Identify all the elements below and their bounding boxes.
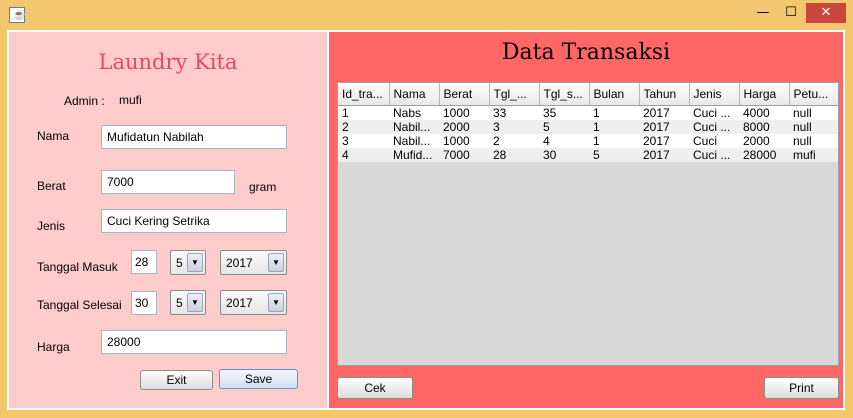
tanggal-selesai-month-select[interactable]: 5 ▼ — [170, 290, 206, 315]
table-cell: 3 — [489, 120, 539, 134]
table-cell: Nabil... — [389, 134, 439, 148]
window-bottom-border — [0, 411, 853, 418]
table-cell: null — [789, 105, 838, 120]
table-cell: 5 — [539, 120, 589, 134]
maximize-button[interactable]: ☐ — [778, 3, 804, 23]
column-header[interactable]: Tgl_s... — [539, 83, 590, 106]
table-cell: 33 — [489, 105, 539, 120]
table-cell: 28000 — [739, 148, 789, 162]
tanggal-selesai-year-select[interactable]: 2017 ▼ — [220, 290, 287, 315]
tanggal-selesai-day-field[interactable]: 30 — [131, 291, 157, 315]
table-cell: Cuci ... — [689, 148, 739, 162]
table-cell: 2 — [489, 134, 539, 148]
column-header[interactable]: Harga — [739, 83, 790, 106]
table-cell: 2000 — [739, 134, 789, 148]
table-cell: Nabs — [389, 105, 439, 120]
nama-field[interactable]: Mufidatun Nabilah — [101, 125, 287, 149]
table-cell: 30 — [539, 148, 589, 162]
table-cell: 2 — [338, 120, 389, 134]
table-cell: null — [789, 134, 838, 148]
table-cell: 1 — [589, 120, 639, 134]
harga-label: Harga — [37, 340, 70, 354]
tanggal-masuk-year-value: 2017 — [226, 256, 253, 270]
table-cell: 35 — [539, 105, 589, 120]
column-header[interactable]: Jenis — [689, 83, 740, 106]
table-row[interactable]: 3 Nabil... 1000 2 4 1 2017 Cuci 2000 null — [338, 134, 838, 148]
column-header[interactable]: Tahun — [639, 83, 690, 106]
table-cell: 2017 — [639, 120, 689, 134]
table-row[interactable]: 2 Nabil... 2000 3 5 1 2017 Cuci ... 8000 null — [338, 120, 838, 134]
column-header[interactable]: Tgl_... — [489, 83, 540, 106]
table-cell: 3 — [338, 134, 389, 148]
berat-label: Berat — [37, 179, 66, 193]
table-cell: 8000 — [739, 120, 789, 134]
table-cell: Cuci ... — [689, 120, 739, 134]
admin-value: mufi — [119, 93, 142, 107]
data-title: Data Transaksi — [501, 40, 671, 65]
java-icon: ☕ — [9, 7, 25, 23]
transaction-table[interactable]: Id_tra... Nama Berat Tgl_... Tgl_s... Bulan Ta… — [337, 82, 839, 366]
table-cell: 4000 — [739, 105, 789, 120]
table-cell: 2000 — [439, 120, 489, 134]
table-cell: 4 — [338, 148, 389, 162]
table-cell: Cuci ... — [689, 105, 739, 120]
table-cell: 1000 — [439, 105, 489, 120]
berat-field[interactable]: 7000 — [101, 170, 235, 194]
tanggal-masuk-month-value: 5 — [176, 256, 183, 270]
table-cell: Cuci — [689, 134, 739, 148]
nama-label: Nama — [37, 129, 70, 143]
tanggal-masuk-year-select[interactable]: 2017 ▼ — [220, 250, 287, 275]
table-row[interactable]: 4 Mufid... 7000 28 30 5 2017 Cuci ... 28000 mufi — [338, 148, 838, 162]
column-header[interactable]: Bulan — [589, 83, 640, 106]
table-row[interactable]: 1 Nabs 1000 33 35 1 2017 Cuci ... 4000 null — [338, 105, 838, 120]
table-cell: 4 — [539, 134, 589, 148]
chevron-down-icon: ▼ — [268, 293, 284, 312]
chevron-down-icon: ▼ — [187, 253, 203, 272]
chevron-down-icon: ▼ — [187, 293, 203, 312]
table-cell: mufi — [789, 148, 838, 162]
exit-button[interactable]: Exit — [140, 370, 213, 390]
table-cell: 7000 — [439, 148, 489, 162]
admin-label: Admin : — [64, 94, 105, 108]
table-header: Id_tra... Nama Berat Tgl_... Tgl_s... Bulan Ta… — [338, 83, 838, 106]
column-header[interactable]: Id_tra... — [338, 83, 390, 106]
table-cell: 5 — [589, 148, 639, 162]
data-panel: Data Transaksi Id_tra... Nama Berat Tgl_...… — [329, 32, 843, 408]
print-button[interactable]: Print — [764, 377, 839, 399]
chevron-down-icon: ▼ — [268, 253, 284, 272]
tanggal-masuk-day-field[interactable]: 28 — [131, 250, 157, 274]
berat-unit-label: gram — [249, 180, 277, 194]
harga-field[interactable]: 28000 — [101, 330, 287, 354]
form-panel: Laundry Kita Admin : mufi Nama Mufidatun… — [9, 32, 327, 408]
table-cell: 1 — [589, 134, 639, 148]
table-cell: 2017 — [639, 134, 689, 148]
table-cell: 28 — [489, 148, 539, 162]
title-bar: ☕ — ☐ ✕ — [0, 0, 853, 30]
table-cell: 1 — [589, 105, 639, 120]
column-header[interactable]: Petu... — [789, 83, 838, 106]
tanggal-selesai-label: Tanggal Selesai — [37, 298, 122, 312]
column-header[interactable]: Nama — [389, 83, 440, 106]
minimize-button[interactable]: — — [750, 3, 776, 23]
table-cell: 2017 — [639, 105, 689, 120]
table-cell: Nabil... — [389, 120, 439, 134]
jenis-field[interactable]: Cuci Kering Setrika — [101, 209, 287, 233]
app-title: Laundry Kita — [98, 50, 238, 74]
table-cell: Mufid... — [389, 148, 439, 162]
tanggal-selesai-month-value: 5 — [176, 296, 183, 310]
tanggal-selesai-year-value: 2017 — [226, 296, 253, 310]
tanggal-masuk-month-select[interactable]: 5 ▼ — [170, 250, 206, 275]
table-cell: null — [789, 120, 838, 134]
table-cell: 1000 — [439, 134, 489, 148]
table-cell: 2017 — [639, 148, 689, 162]
tanggal-masuk-label: Tanggal Masuk — [37, 260, 118, 274]
jenis-label: Jenis — [37, 219, 66, 233]
column-header[interactable]: Berat — [439, 83, 490, 106]
main-frame: Laundry Kita Admin : mufi Nama Mufidatun… — [7, 30, 845, 410]
close-button[interactable]: ✕ — [806, 3, 846, 23]
save-button[interactable]: Save — [219, 369, 298, 389]
table-cell: 1 — [338, 105, 389, 120]
cek-button[interactable]: Cek — [337, 377, 413, 399]
